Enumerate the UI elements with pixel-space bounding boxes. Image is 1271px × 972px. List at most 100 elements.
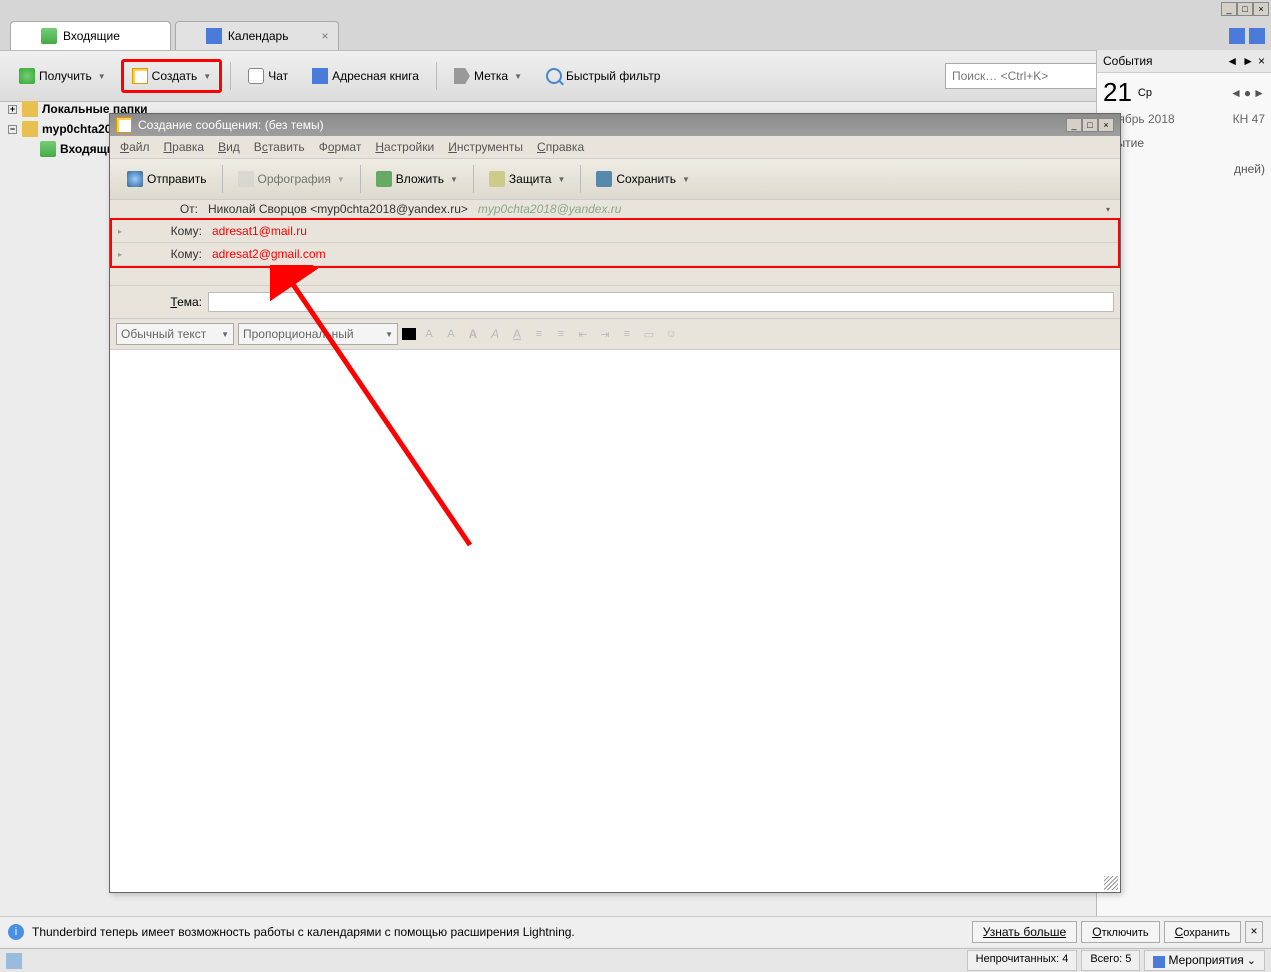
indent-icon[interactable]: ⇥ [596, 325, 614, 343]
compose-icon [132, 68, 148, 84]
events-label: Мероприятия [1168, 953, 1243, 967]
menu-insert[interactable]: Вставить [254, 140, 305, 154]
info-message: Thunderbird теперь имеет возможность раб… [32, 925, 575, 939]
menu-settings[interactable]: Настройки [375, 140, 434, 154]
number-list-icon[interactable]: ≡ [552, 325, 570, 343]
prev-icon[interactable]: ◄ [1226, 54, 1238, 68]
compose-body-editor[interactable] [110, 350, 1120, 892]
menu-help[interactable]: Справка [537, 140, 584, 154]
toolbar-divider [222, 165, 223, 193]
compose-titlebar[interactable]: Создание сообщения: (без темы) _ □ × [110, 114, 1120, 136]
to-label[interactable]: Кому: [130, 247, 202, 261]
recipient-row-empty[interactable] [110, 268, 1120, 286]
outdent-icon[interactable]: ⇤ [574, 325, 592, 343]
insert-image-icon[interactable]: ▭ [640, 325, 658, 343]
subject-input[interactable] [208, 292, 1114, 312]
chevron-down-icon: ▼ [682, 175, 690, 184]
underline-icon[interactable]: A [508, 325, 526, 343]
align-icon[interactable]: ≡ [618, 325, 636, 343]
download-icon [19, 68, 35, 84]
new-event-hint[interactable]: обытие [1097, 130, 1271, 156]
compose-close-button[interactable]: × [1098, 118, 1114, 132]
activity-icon[interactable] [6, 953, 22, 969]
bullet-list-icon[interactable]: ≡ [530, 325, 548, 343]
tab-calendar[interactable]: Календарь × [175, 21, 340, 50]
recipient-row-1[interactable]: ▸ Кому: adresat1@mail.ru [112, 220, 1118, 243]
quick-filter-label: Быстрый фильтр [566, 69, 660, 83]
calendar-tray-icon[interactable] [1229, 28, 1245, 44]
create-button[interactable]: Создать ▼ [121, 59, 223, 93]
font-larger-icon[interactable]: A [442, 325, 460, 343]
chevron-down-icon: ▼ [98, 72, 106, 81]
attach-button[interactable]: Вложить ▼ [367, 165, 467, 193]
to-label[interactable]: Кому: [130, 224, 202, 238]
save-button[interactable]: Сохранить [1164, 921, 1241, 943]
compose-minimize-button[interactable]: _ [1066, 118, 1082, 132]
minimize-button[interactable]: _ [1221, 2, 1237, 16]
compose-maximize-button[interactable]: □ [1082, 118, 1098, 132]
quick-filter-button[interactable]: Быстрый фильтр [537, 61, 669, 91]
disable-button[interactable]: Отключить [1081, 921, 1159, 943]
save-button[interactable]: Сохранить ▼ [587, 165, 699, 193]
chevron-down-icon: ▼ [557, 175, 565, 184]
close-button[interactable]: × [1253, 2, 1269, 16]
compose-icon [116, 117, 132, 133]
color-picker-icon[interactable] [402, 328, 416, 340]
send-button[interactable]: Отправить [118, 165, 216, 193]
maximize-button[interactable]: □ [1237, 2, 1253, 16]
status-bar: Непрочитанных: 4 Всего: 5 Мероприятия ⌄ [0, 948, 1271, 972]
tag-icon [454, 68, 470, 84]
get-mail-button[interactable]: Получить ▼ [10, 61, 115, 91]
save-label: Сохранить [616, 172, 676, 186]
calendar-icon [1153, 956, 1165, 968]
today-date-row: 21 Ср ◄ ● ► [1097, 73, 1271, 112]
font-select[interactable]: Пропорциональный ▼ [238, 323, 398, 345]
today-dot-icon[interactable]: ● [1244, 86, 1251, 100]
today-pane: События ◄ ► × 21 Ср ◄ ● ► Ноябрь 2018 КН… [1096, 50, 1271, 940]
spell-button[interactable]: Орфография ▼ [229, 165, 354, 193]
send-label: Отправить [147, 172, 207, 186]
expander-plus-icon[interactable]: + [8, 105, 17, 114]
format-toolbar: Обычный текст ▼ Пропорциональный ▼ A A A… [110, 318, 1120, 350]
compose-menubar: Файл Правка Вид Вставить Формат Настройк… [110, 136, 1120, 158]
drag-handle-icon[interactable]: ▸ [118, 227, 124, 236]
menu-view[interactable]: Вид [218, 140, 240, 154]
attach-icon [376, 171, 392, 187]
tag-button[interactable]: Метка ▼ [445, 61, 531, 91]
learn-more-button[interactable]: Узнать больше [972, 921, 1077, 943]
tab-calendar-label: Календарь [228, 29, 289, 43]
font-smaller-icon[interactable]: A [420, 325, 438, 343]
toolbar-divider [580, 165, 581, 193]
resize-grip-icon[interactable] [1104, 876, 1118, 890]
recipient-row-2[interactable]: ▸ Кому: adresat2@gmail.com [112, 243, 1118, 266]
prev-day-icon[interactable]: ◄ [1230, 86, 1242, 100]
italic-icon[interactable]: A [486, 325, 504, 343]
close-icon[interactable]: × [1258, 54, 1265, 68]
security-button[interactable]: Защита ▼ [480, 165, 574, 193]
addressbook-label: Адресная книга [332, 69, 419, 83]
main-tab-strip: Входящие Календарь × [0, 0, 1271, 50]
menu-tools[interactable]: Инструменты [448, 140, 523, 154]
status-total: Всего: 5 [1081, 950, 1140, 970]
folder-icon [22, 101, 38, 117]
next-icon[interactable]: ► [1242, 54, 1254, 68]
tab-calendar-close[interactable]: × [321, 29, 328, 43]
tab-inbox[interactable]: Входящие [10, 21, 171, 50]
expander-minus-icon[interactable]: − [8, 125, 17, 134]
tasks-tray-icon[interactable] [1249, 28, 1265, 44]
menu-file[interactable]: Файл [120, 140, 150, 154]
drag-handle-icon[interactable]: ▸ [118, 250, 124, 259]
addressbook-button[interactable]: Адресная книга [303, 61, 428, 91]
recipient-address-2[interactable]: adresat2@gmail.com [208, 245, 330, 263]
events-toggle[interactable]: Мероприятия ⌄ [1144, 950, 1265, 970]
menu-edit[interactable]: Правка [164, 140, 205, 154]
bold-icon[interactable]: A [464, 325, 482, 343]
info-close-button[interactable]: × [1245, 921, 1263, 943]
recipient-address-1[interactable]: adresat1@mail.ru [208, 222, 311, 240]
next-day-icon[interactable]: ► [1253, 86, 1265, 100]
from-dropdown[interactable]: ▾ [1106, 205, 1114, 214]
menu-format[interactable]: Формат [319, 140, 362, 154]
chat-button[interactable]: Чат [239, 61, 297, 91]
paragraph-style-select[interactable]: Обычный текст ▼ [116, 323, 234, 345]
smiley-icon[interactable]: ☺ [662, 325, 680, 343]
